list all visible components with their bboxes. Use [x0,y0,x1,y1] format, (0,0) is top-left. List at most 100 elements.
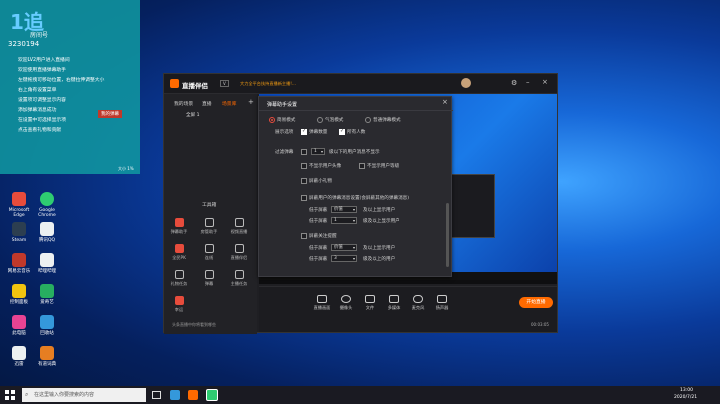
taskbar-search-box[interactable]: 在这里输入你要搜索的内容 [22,388,146,402]
mode-simple-radio[interactable] [269,117,275,123]
preview-window [445,174,495,238]
danmu-overlay[interactable]: 1追 房间号 3230194 欢迎LV2用户进入直播间 欢迎使用直播弹幕助手 左… [0,0,140,174]
hide-level-checkbox[interactable] [359,163,365,169]
desktop-icon-edge[interactable]: Microsoft Edge [6,192,32,218]
desktop-icon-iqiyi[interactable]: 爱奇艺 [34,284,60,305]
desktop-icon-thunder[interactable]: 迅雷 [6,346,32,367]
tool-speaker[interactable]: 扬声器 [433,295,451,311]
taskbar-app-icon[interactable] [188,390,198,400]
overlay-message: 添加弹幕消息成功 [18,108,57,113]
tool-camera[interactable]: 摄像头 [337,295,355,311]
app-icon [12,315,26,329]
tool-chat[interactable]: 弹幕 [198,270,220,287]
start-icon[interactable] [5,390,15,400]
tool-companion[interactable]: 直播伴侣 [228,244,250,261]
tab-live[interactable]: 直播 [202,100,212,107]
app-icon [12,222,26,236]
mode-simple-label: 简易模式 [277,118,296,123]
desktop-icon-dict[interactable]: 有道词典 [34,346,60,367]
add-scene-icon[interactable]: + [248,98,254,106]
admin-icon [204,218,214,227]
chat-icon [204,270,214,279]
divider [259,110,453,111]
video-icon [234,218,244,227]
start-live-button[interactable]: 开始直播 [519,297,553,308]
tab-scenes[interactable]: 我的场景 [174,100,193,107]
display-people-checkbox[interactable] [339,128,345,135]
avatar[interactable] [461,78,471,88]
taskbar-app-icon[interactable] [206,389,218,401]
block-follow-checkbox[interactable] [301,233,307,239]
hide-avatar-label: 不显示用户头像 [309,164,342,169]
tool-pk[interactable]: 全民PK [168,244,190,261]
close-icon[interactable]: × [542,78,548,86]
tool-gift[interactable]: 礼物任务 [168,270,190,287]
mode-bubble-label: 气泡模式 [325,118,344,123]
overlay-message: 点击查看礼物和贡献 [18,128,62,133]
scene-item[interactable]: 全屏 1 [186,112,200,118]
link-icon [204,244,214,253]
desktop-icon-recycle[interactable]: 回收站 [34,315,60,336]
filter-label: 过滤弹幕 [275,150,294,155]
task-icon [234,270,244,279]
row-c-text: 及以上显示用户 [363,246,396,251]
tray-date[interactable]: 2020/7/21 [674,395,697,400]
app-name: 直播伴侣 [182,82,208,90]
left-panel: 我的场景 直播 场景库 + 全屏 1 工具箱 弹幕助手 房管助手 视频直播 全民… [164,94,257,334]
overlay-room-id: 3230194 [8,40,40,48]
tray-time[interactable]: 13:00 [680,388,693,393]
row-a-select[interactable]: 价值 [331,206,357,213]
app-icon [40,253,54,267]
filter-level-select[interactable]: 1 [311,148,325,155]
hide-avatar-checkbox[interactable] [301,163,307,169]
row-d-select[interactable]: 3 [331,255,357,262]
desktop-icon-chrome[interactable]: Google Chrome [34,192,60,218]
row-b-select[interactable]: 1 [331,217,357,224]
mode-normal-radio[interactable] [365,117,371,123]
row-c-label: 低于屏蔽 [309,246,328,251]
search-icon: ⌕ [25,391,29,398]
tool-link[interactable]: 连线 [198,244,220,261]
dialog-close-icon[interactable]: × [442,98,448,106]
tab-library[interactable]: 场景库 [222,100,236,107]
row-d-text: 级及以上的用户 [363,257,396,262]
minimize-icon[interactable]: – [526,78,530,86]
tool-task[interactable]: 主播任务 [228,270,250,287]
tool-lucky[interactable]: 幸运 [168,296,190,313]
app-icon [40,284,54,298]
desktop-icon-control[interactable]: 控制面板 [6,284,32,305]
row-c-select[interactable]: 价值 [331,244,357,251]
block-user-checkbox[interactable] [301,195,307,201]
desktop-icon-qq[interactable]: 腾讯QQ [34,222,60,243]
settings-icon[interactable]: ⚙ [511,79,517,87]
overlay-message: 右上角有设置菜单 [18,88,57,93]
filter-checkbox[interactable] [301,149,307,155]
file-icon [365,295,375,303]
app-icon [12,253,26,267]
desktop-icon-thispc[interactable]: 此电脑 [6,315,32,336]
tool-mic[interactable]: 麦克风 [409,295,427,311]
desktop-icon-music[interactable]: 网易云音乐 [6,253,32,274]
desktop-icon-steam[interactable]: Steam [6,222,32,243]
tool-danmu[interactable]: 弹幕助手 [168,218,190,235]
tool-video[interactable]: 视频直播 [228,218,250,235]
taskbar-app-icon[interactable] [170,390,180,400]
notice-text[interactable]: 大力全平台扶持直播新主播!... [240,81,296,87]
task-view-icon[interactable] [152,391,161,399]
hide-level-label: 不显示用户等级 [367,164,400,169]
filter-text: 级以下的用户消息不显示 [329,150,380,155]
overlay-badge[interactable]: 我的弹幕 [98,110,122,118]
dialog-scrollbar[interactable] [446,203,449,267]
desktop-icon-bilibili[interactable]: 哔哩哔哩 [34,253,60,274]
mode-normal-label: 普通弹幕模式 [373,118,401,123]
tool-file[interactable]: 文件 [361,295,379,311]
tool-media[interactable]: 多媒体 [385,295,403,311]
mode-bubble-radio[interactable] [317,117,323,123]
overlay-message: 左键拖拽可移动位置，右键拉伸调整大小 [18,78,105,83]
row-b-label: 低于屏蔽 [309,219,328,224]
tool-admin[interactable]: 房管助手 [198,218,220,235]
display-count-checkbox[interactable] [301,128,307,135]
block-small-gift-label: 屏蔽小礼物 [309,179,332,184]
block-small-gift-checkbox[interactable] [301,178,307,184]
tool-screen[interactable]: 直播画面 [313,295,331,311]
